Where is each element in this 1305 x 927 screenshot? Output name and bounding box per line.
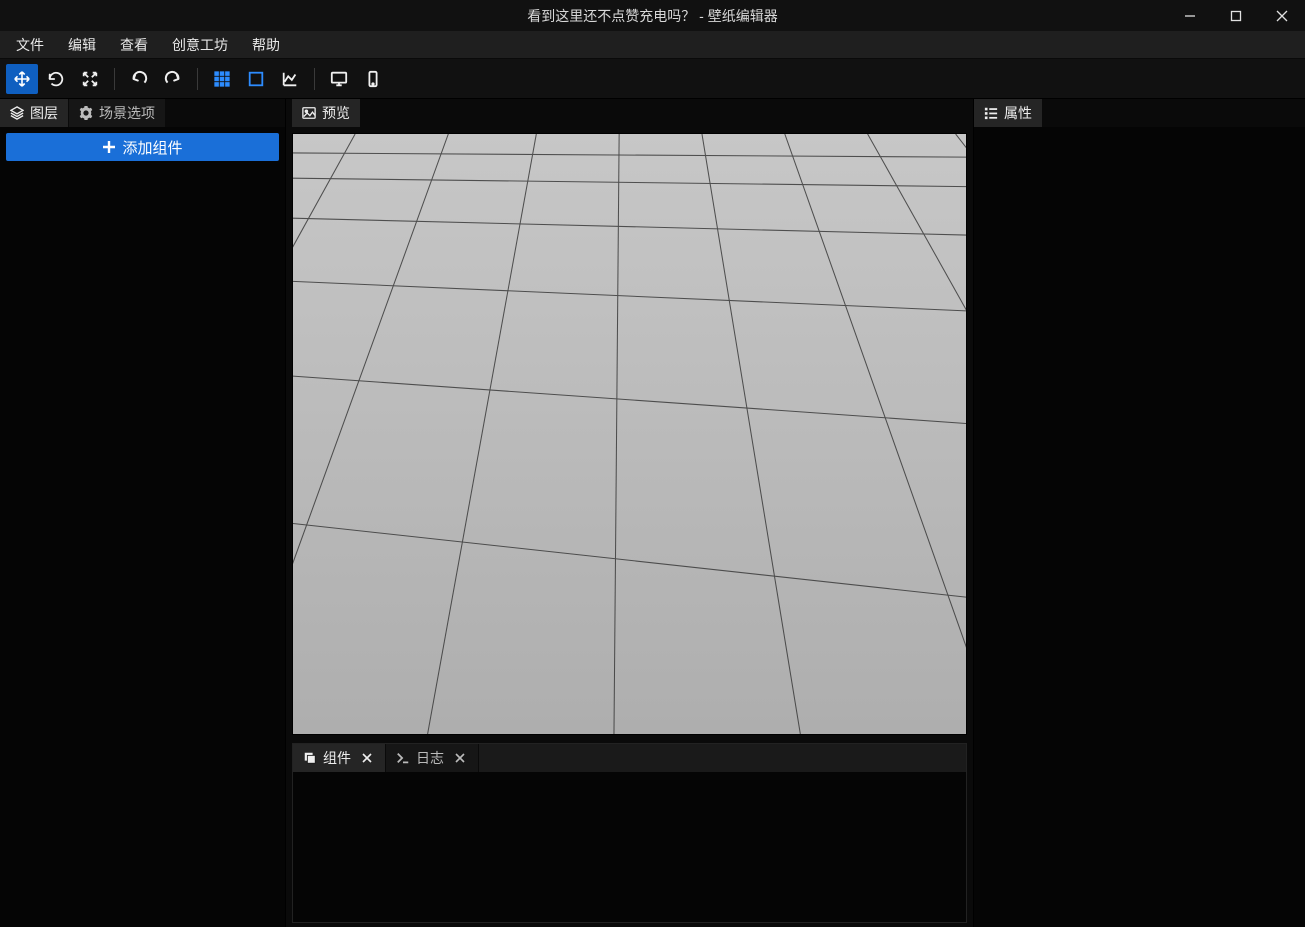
- plus-icon: [102, 140, 116, 154]
- tab-log-label: 日志: [416, 748, 444, 768]
- tool-grid-button[interactable]: [206, 64, 238, 94]
- tab-components-close[interactable]: [359, 750, 375, 766]
- center-bottom-tabs: 组件 日志: [293, 744, 966, 772]
- tool-desktop-preview-button[interactable]: [323, 64, 355, 94]
- stats-icon: [281, 70, 299, 88]
- stack-icon: [303, 751, 317, 765]
- center-panel-tabs: 预览: [292, 99, 973, 127]
- grid-icon: [213, 70, 231, 88]
- undo-icon: [130, 70, 148, 88]
- left-panel: 图层 场景选项 添加组件: [0, 99, 286, 927]
- tab-log[interactable]: 日志: [386, 744, 479, 772]
- grid-floor: [293, 134, 966, 734]
- menu-file[interactable]: 文件: [4, 31, 56, 58]
- center-bottom-body: [293, 772, 966, 922]
- tool-stats-button[interactable]: [274, 64, 306, 94]
- maximize-icon: [1230, 10, 1242, 22]
- list-icon: [984, 106, 998, 120]
- close-icon: [455, 753, 465, 763]
- preview-viewport[interactable]: [292, 133, 967, 735]
- left-panel-body: 添加组件: [0, 127, 285, 927]
- tool-redo-button[interactable]: [157, 64, 189, 94]
- left-panel-tabs: 图层 场景选项: [0, 99, 285, 127]
- scale-icon: [81, 70, 99, 88]
- tab-scene-options-label: 场景选项: [99, 103, 155, 123]
- move-icon: [13, 70, 31, 88]
- tab-components-label: 组件: [323, 748, 351, 768]
- main-area: 图层 场景选项 添加组件 预览: [0, 99, 1305, 927]
- right-panel-body: [974, 127, 1305, 927]
- mobile-icon: [364, 70, 382, 88]
- tab-properties-label: 属性: [1004, 103, 1032, 123]
- window-controls: [1167, 0, 1305, 31]
- menu-help[interactable]: 帮助: [240, 31, 292, 58]
- window-close-button[interactable]: [1259, 0, 1305, 31]
- tab-properties[interactable]: 属性: [974, 99, 1043, 127]
- titlebar: 看到这里还不点赞充电吗？ - 壁纸编辑器: [0, 0, 1305, 31]
- tab-layers[interactable]: 图层: [0, 99, 69, 127]
- window-title: 看到这里还不点赞充电吗？ - 壁纸编辑器: [527, 6, 777, 26]
- tool-move-button[interactable]: [6, 64, 38, 94]
- tool-rotate-button[interactable]: [40, 64, 72, 94]
- add-component-button[interactable]: 添加组件: [6, 133, 279, 161]
- minimize-icon: [1184, 10, 1196, 22]
- tool-mobile-preview-button[interactable]: [357, 64, 389, 94]
- close-icon: [362, 753, 372, 763]
- layers-icon: [10, 106, 24, 120]
- menubar: 文件 编辑 查看 创意工坊 帮助: [0, 31, 1305, 59]
- menu-view[interactable]: 查看: [108, 31, 160, 58]
- terminal-icon: [396, 751, 410, 765]
- toolbar: [0, 59, 1305, 99]
- right-panel: 属性: [973, 99, 1305, 927]
- tab-preview[interactable]: 预览: [292, 99, 361, 127]
- window-minimize-button[interactable]: [1167, 0, 1213, 31]
- tab-scene-options[interactable]: 场景选项: [69, 99, 166, 127]
- tab-components[interactable]: 组件: [293, 744, 386, 772]
- center-bottom-panel: 组件 日志: [292, 743, 967, 923]
- image-icon: [302, 106, 316, 120]
- bounds-icon: [247, 70, 265, 88]
- toolbar-separator: [114, 68, 115, 90]
- tab-log-close[interactable]: [452, 750, 468, 766]
- tab-preview-label: 预览: [322, 103, 350, 123]
- menu-edit[interactable]: 编辑: [56, 31, 108, 58]
- redo-icon: [164, 70, 182, 88]
- toolbar-separator: [197, 68, 198, 90]
- toolbar-separator: [314, 68, 315, 90]
- monitor-icon: [330, 70, 348, 88]
- window-maximize-button[interactable]: [1213, 0, 1259, 31]
- add-component-label: 添加组件: [122, 137, 182, 158]
- center-panel: 预览: [286, 99, 973, 927]
- tool-scale-button[interactable]: [74, 64, 106, 94]
- tool-undo-button[interactable]: [123, 64, 155, 94]
- rotate-icon: [47, 70, 65, 88]
- menu-workshop[interactable]: 创意工坊: [160, 31, 240, 58]
- gear-icon: [79, 106, 93, 120]
- preview-wrap: 组件 日志: [286, 127, 973, 927]
- tool-bounds-button[interactable]: [240, 64, 272, 94]
- right-panel-tabs: 属性: [974, 99, 1305, 127]
- tab-layers-label: 图层: [30, 103, 58, 123]
- close-icon: [1276, 10, 1288, 22]
